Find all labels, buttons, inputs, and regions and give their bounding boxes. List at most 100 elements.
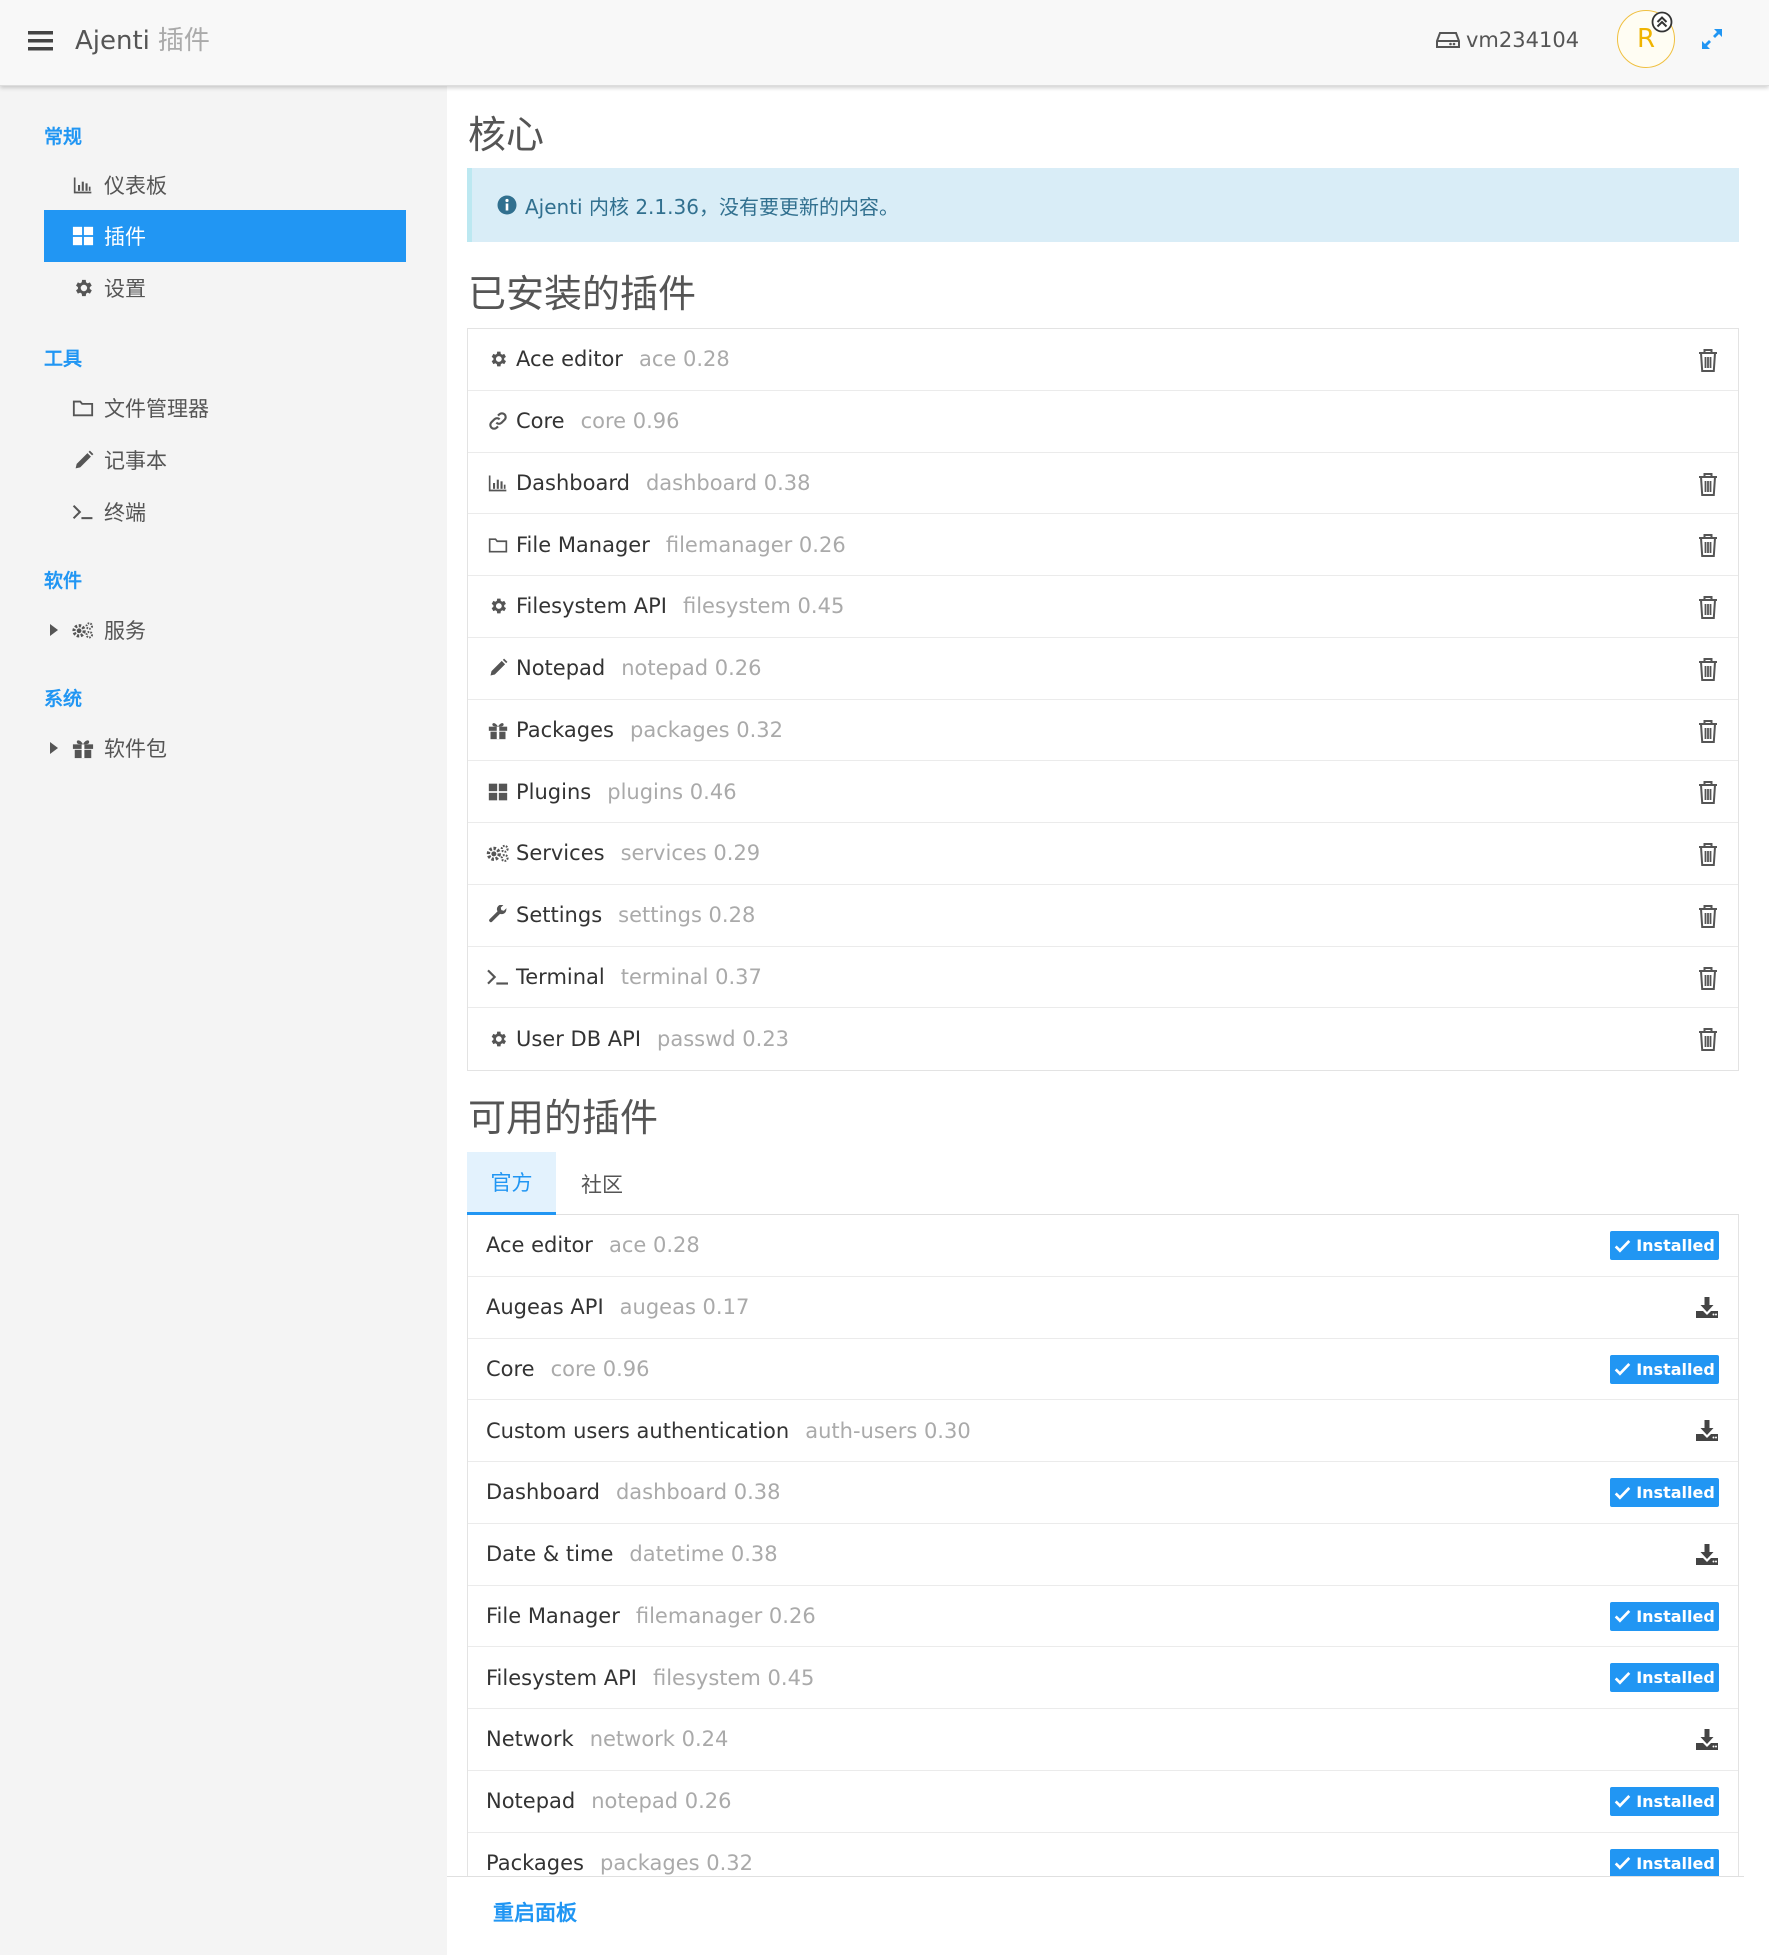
- sidebar-item-plugins[interactable]: 插件: [44, 210, 406, 262]
- app-title: Ajenti 插件: [75, 23, 210, 59]
- installed-badge-label: Installed: [1636, 1791, 1715, 1811]
- trash-icon[interactable]: [1697, 594, 1719, 620]
- link-icon: [486, 410, 510, 432]
- hamburger-menu-icon[interactable]: [28, 30, 53, 52]
- sidebar-section-general: 常规: [44, 126, 83, 148]
- gift-icon: [486, 719, 510, 741]
- sidebar-item-notepad[interactable]: 记事本: [44, 434, 406, 486]
- wrench-icon: [486, 904, 510, 926]
- download-icon[interactable]: [1695, 1727, 1719, 1751]
- gift-icon: [72, 737, 94, 759]
- sidebar-item-terminal[interactable]: 终端: [44, 486, 406, 538]
- plugin-version: settings 0.28: [618, 903, 756, 928]
- download-icon[interactable]: [1695, 1542, 1719, 1566]
- plugin-version: ace 0.28: [638, 347, 730, 372]
- plugin-version: dashboard 0.38: [645, 470, 811, 495]
- download-icon[interactable]: [1695, 1418, 1719, 1442]
- available-plugin-row: Ace editor ace 0.28 Installed: [468, 1215, 1738, 1277]
- core-alert: Ajenti 内核 2.1.36，没有要更新的内容。: [467, 168, 1739, 242]
- caret-right-icon[interactable]: [50, 742, 58, 754]
- check-icon: [1614, 1609, 1631, 1623]
- sidebar-section-system: 系统: [44, 688, 83, 710]
- core-title: 核心: [468, 113, 545, 157]
- plugin-name: Dashboard: [516, 470, 630, 495]
- plugin-name: File Manager: [486, 1603, 620, 1628]
- sidebar-item-dashboard[interactable]: 仪表板: [44, 159, 406, 211]
- app-name: Ajenti: [75, 26, 150, 56]
- bar-chart-icon: [72, 174, 94, 196]
- plugin-name: Packages: [516, 717, 614, 742]
- host-name: vm234104: [1466, 28, 1580, 52]
- fullscreen-icon[interactable]: [1701, 28, 1723, 50]
- available-plugin-row: Date & time datetime 0.38: [468, 1524, 1738, 1586]
- download-icon[interactable]: [1695, 1295, 1719, 1319]
- trash-icon[interactable]: [1697, 718, 1719, 744]
- gear-icon: [486, 595, 510, 617]
- plugin-version: auth-users 0.30: [805, 1418, 971, 1443]
- tab-community[interactable]: 社区: [556, 1152, 648, 1215]
- installed-badge-label: Installed: [1636, 1483, 1715, 1502]
- sidebar-item-label: 记事本: [104, 449, 167, 473]
- plugin-version: packages 0.32: [600, 1851, 754, 1876]
- sidebar-item-label: 文件管理器: [104, 397, 209, 421]
- caret-right-icon[interactable]: [50, 624, 58, 636]
- server-icon: [1436, 32, 1460, 48]
- trash-icon[interactable]: [1697, 779, 1719, 805]
- installed-plugin-row: User DB API passwd 0.23: [468, 1008, 1738, 1070]
- plugin-version: plugins 0.46: [607, 779, 737, 804]
- check-icon: [1614, 1794, 1631, 1808]
- plugin-version: notepad 0.26: [621, 656, 762, 681]
- available-plugin-row: Notepad notepad 0.26 Installed: [468, 1771, 1738, 1833]
- installed-plugin-row: File Manager filemanager 0.26: [468, 514, 1738, 576]
- grid-icon: [72, 225, 94, 247]
- check-icon: [1614, 1671, 1631, 1685]
- trash-icon[interactable]: [1697, 841, 1719, 867]
- installed-badge: Installed: [1610, 1663, 1719, 1693]
- trash-icon[interactable]: [1697, 656, 1719, 682]
- plugin-version: ace 0.28: [608, 1233, 700, 1258]
- installed-plugin-row: Dashboard dashboard 0.38: [468, 453, 1738, 515]
- plugin-version: augeas 0.17: [619, 1295, 750, 1320]
- plugin-name: Packages: [486, 1851, 584, 1876]
- sidebar-item-services[interactable]: 服务: [44, 604, 406, 656]
- installed-plugin-row: Ace editor ace 0.28: [468, 329, 1738, 391]
- check-icon: [1614, 1486, 1631, 1500]
- installed-badge-label: Installed: [1636, 1853, 1715, 1873]
- plugin-name: Date & time: [486, 1542, 614, 1567]
- check-icon: [1614, 1239, 1631, 1253]
- elevate-icon[interactable]: [1651, 11, 1673, 33]
- trash-icon[interactable]: [1697, 965, 1719, 991]
- folder-icon: [72, 397, 94, 419]
- plugin-name: Plugins: [516, 779, 592, 804]
- trash-icon[interactable]: [1697, 532, 1719, 558]
- host-indicator[interactable]: vm234104: [1436, 25, 1579, 55]
- page-name: 插件: [157, 26, 210, 56]
- trash-icon[interactable]: [1697, 903, 1719, 929]
- plugin-version: terminal 0.37: [620, 964, 762, 989]
- restart-panel-button[interactable]: 重启面板: [493, 1897, 577, 1927]
- installed-badge: Installed: [1610, 1848, 1719, 1878]
- sidebar-item-settings[interactable]: 设置: [44, 262, 406, 314]
- installed-plugins-list: Ace editor ace 0.28 Core core 0.96 Dashboard…: [467, 328, 1739, 1071]
- plugin-name: Ace editor: [516, 347, 623, 372]
- check-icon: [1614, 1856, 1631, 1870]
- plugin-name: Filesystem API: [516, 594, 667, 619]
- tab-official[interactable]: 官方: [467, 1152, 556, 1215]
- installed-badge: Installed: [1610, 1354, 1719, 1384]
- sidebar-item-packages[interactable]: 软件包: [44, 722, 406, 774]
- sidebar-section-tools: 工具: [44, 348, 83, 370]
- trash-icon[interactable]: [1697, 471, 1719, 497]
- trash-icon[interactable]: [1697, 347, 1719, 373]
- sidebar-item-file-manager[interactable]: 文件管理器: [44, 382, 406, 434]
- trash-icon[interactable]: [1697, 1026, 1719, 1052]
- pencil-icon: [486, 657, 510, 679]
- installed-plugin-row: Services services 0.29: [468, 823, 1738, 885]
- installed-badge-label: Installed: [1636, 1668, 1715, 1688]
- pencil-icon: [72, 449, 94, 471]
- available-plugin-row: Core core 0.96 Installed: [468, 1339, 1738, 1401]
- main-content: 核心 Ajenti 内核 2.1.36，没有要更新的内容。 已安装的插件 Ace…: [447, 86, 1769, 1955]
- plugin-name: Services: [516, 841, 605, 866]
- installed-plugin-row: Terminal terminal 0.37: [468, 947, 1738, 1009]
- plugin-name: File Manager: [516, 532, 650, 557]
- check-icon: [1614, 1362, 1631, 1376]
